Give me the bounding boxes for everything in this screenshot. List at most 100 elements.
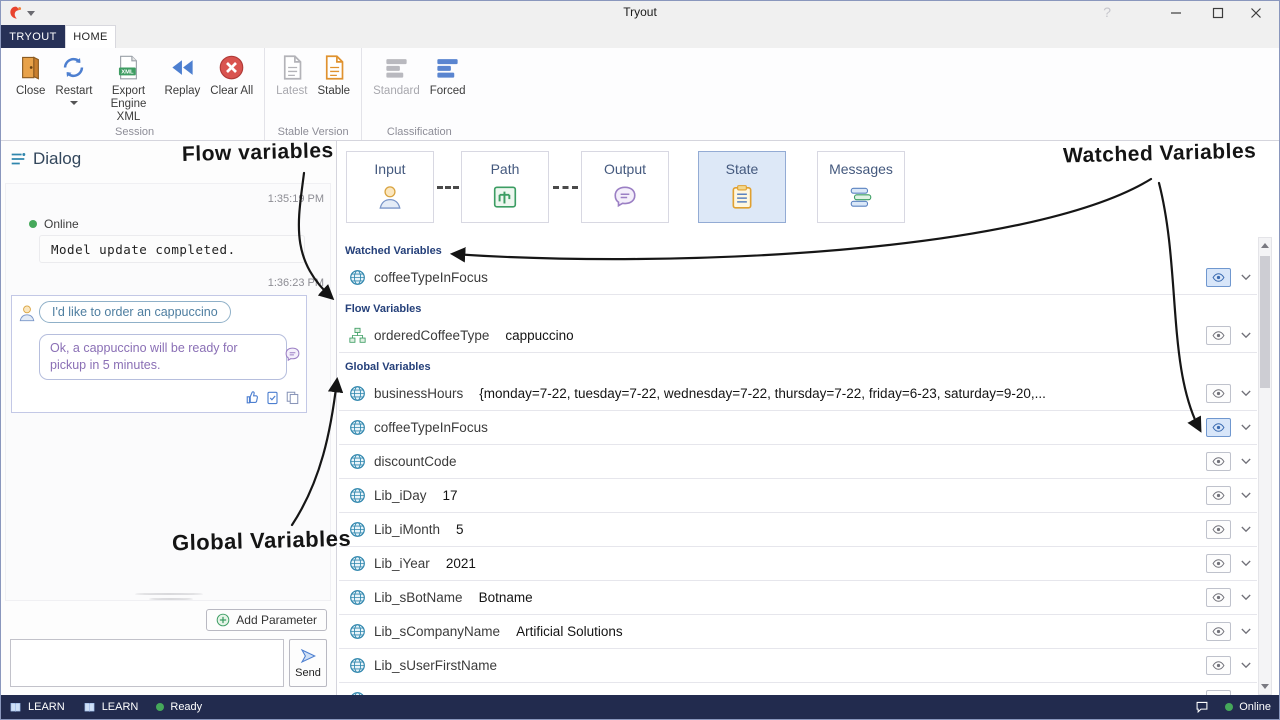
chevron-down-icon[interactable] [1238, 424, 1253, 431]
statusbar-ready: Ready [156, 701, 202, 713]
tab-tryout[interactable]: TRYOUT [1, 25, 65, 48]
variable-row[interactable]: Lib_iMonth 5 [339, 513, 1257, 547]
tryout-main-panel: Input Path Output State Messages Watched… [337, 141, 1279, 695]
variable-row-partial[interactable] [339, 683, 1257, 695]
app-menu-caret-icon[interactable] [27, 11, 35, 16]
messages-bars-icon [848, 184, 874, 210]
restart-button[interactable]: Restart [50, 51, 97, 108]
chevron-down-icon[interactable] [1238, 594, 1253, 601]
chevron-down-icon[interactable] [1238, 390, 1253, 397]
watch-toggle-button[interactable] [1206, 384, 1231, 403]
dialog-list-icon [9, 150, 27, 168]
globe-icon [349, 269, 366, 286]
variable-row[interactable]: discountCode [339, 445, 1257, 479]
watch-toggle-button[interactable] [1206, 418, 1231, 437]
eye-icon [1212, 273, 1225, 282]
clear-all-button[interactable]: Clear All [205, 51, 258, 101]
title-bar: Tryout ? [1, 1, 1279, 25]
copy-icon[interactable] [285, 390, 300, 405]
minimize-button[interactable] [1157, 1, 1195, 25]
chat-bubble-icon[interactable] [1195, 700, 1209, 714]
tab-home[interactable]: HOME [65, 25, 116, 48]
variable-row[interactable]: Lib_iDay 17 [339, 479, 1257, 513]
chevron-down-icon[interactable] [1238, 458, 1253, 465]
watch-toggle-button[interactable] [1206, 588, 1231, 607]
tab-state[interactable]: State [698, 151, 786, 223]
chevron-down-icon[interactable] [1238, 332, 1253, 339]
tab-path[interactable]: Path [461, 151, 549, 223]
ribbon-group-classification: Standard Forced Classification [362, 48, 476, 140]
watch-toggle-button[interactable] [1206, 554, 1231, 573]
globe-icon [349, 657, 366, 674]
learn-label: LEARN [102, 701, 139, 713]
learn-label: LEARN [28, 701, 65, 713]
watch-toggle-button[interactable] [1206, 486, 1231, 505]
bot-message-bubble[interactable]: Ok, a cappuccino will be ready for picku… [39, 334, 287, 380]
clear-x-icon [218, 54, 245, 81]
replay-button[interactable]: Replay [159, 51, 205, 101]
standard-button[interactable]: Standard [368, 51, 425, 101]
chevron-down-icon[interactable] [1238, 526, 1253, 533]
maximize-button[interactable] [1199, 1, 1237, 25]
conversation-turn: I'd like to order an cappuccino Ok, a ca… [11, 295, 307, 413]
tab-output-label: Output [604, 161, 646, 177]
scroll-down-arrow[interactable] [1259, 679, 1271, 694]
restart-dropdown-caret-icon[interactable] [70, 101, 78, 105]
watch-toggle-button[interactable] [1206, 656, 1231, 675]
chevron-down-icon[interactable] [1238, 492, 1253, 499]
watch-toggle-button[interactable] [1206, 326, 1231, 345]
clipboard-check-icon[interactable] [265, 390, 280, 405]
close-window-button[interactable] [1237, 1, 1275, 25]
system-message-text: Model update completed. [51, 242, 236, 257]
variable-row[interactable]: coffeeTypeInFocus [339, 411, 1257, 445]
watch-toggle-button[interactable] [1206, 452, 1231, 471]
eye-icon [1212, 491, 1225, 500]
xml-document-icon [115, 54, 142, 81]
thumbs-up-icon[interactable] [245, 390, 260, 405]
scrollbar-thumb[interactable] [1260, 256, 1270, 388]
variable-row[interactable]: Lib_sUserFirstName [339, 649, 1257, 683]
classification-group-label: Classification [362, 126, 476, 138]
watch-toggle-button[interactable] [1206, 268, 1231, 287]
chevron-down-icon[interactable] [1238, 274, 1253, 281]
close-session-button[interactable]: Close [11, 51, 50, 101]
latest-button[interactable]: Latest [271, 51, 312, 101]
user-message-bubble[interactable]: I'd like to order an cappuccino [39, 301, 231, 323]
eye-icon [1212, 525, 1225, 534]
help-icon[interactable]: ? [1103, 4, 1111, 20]
tab-state-label: State [726, 161, 759, 177]
variable-row[interactable]: orderedCoffeeType cappuccino [339, 319, 1257, 353]
dialog-input[interactable] [10, 639, 284, 687]
tab-input[interactable]: Input [346, 151, 434, 223]
chevron-down-icon[interactable] [1238, 628, 1253, 635]
chevron-down-icon[interactable] [1238, 560, 1253, 567]
send-button[interactable]: Send [289, 639, 327, 687]
statusbar-learn-1[interactable]: LEARN [9, 701, 65, 714]
variable-row[interactable]: coffeeTypeInFocus [339, 261, 1257, 295]
forced-button[interactable]: Forced [425, 51, 471, 101]
send-label: Send [295, 667, 321, 679]
tab-output[interactable]: Output [581, 151, 669, 223]
watch-toggle-button[interactable] [1206, 520, 1231, 539]
engine-status: Online [29, 217, 79, 231]
scroll-up-arrow[interactable] [1259, 238, 1271, 253]
online-status-dot-icon [1225, 703, 1233, 711]
export-engine-xml-button[interactable]: Export Engine XML [97, 51, 159, 128]
clear-all-label: Clear All [210, 85, 253, 98]
globe-icon [349, 487, 366, 504]
variable-row[interactable]: Lib_sBotName Botname [339, 581, 1257, 615]
tab-connector-dash [553, 186, 578, 189]
watch-toggle-button[interactable] [1206, 622, 1231, 641]
chevron-down-icon[interactable] [1238, 662, 1253, 669]
variables-scrollbar[interactable] [1258, 237, 1272, 695]
stable-button[interactable]: Stable [312, 51, 355, 101]
variable-row[interactable]: Lib_iYear 2021 [339, 547, 1257, 581]
add-parameter-button[interactable]: Add Parameter [206, 609, 327, 631]
variable-name: orderedCoffeeType [374, 328, 489, 343]
variable-row[interactable]: Lib_sCompanyName Artificial Solutions [339, 615, 1257, 649]
tab-messages[interactable]: Messages [817, 151, 905, 223]
variable-row[interactable]: businessHours {monday=7-22, tuesday=7-22… [339, 377, 1257, 411]
globe-icon [349, 453, 366, 470]
statusbar-learn-2[interactable]: LEARN [83, 701, 139, 714]
variable-name: Lib_sCompanyName [374, 624, 500, 639]
